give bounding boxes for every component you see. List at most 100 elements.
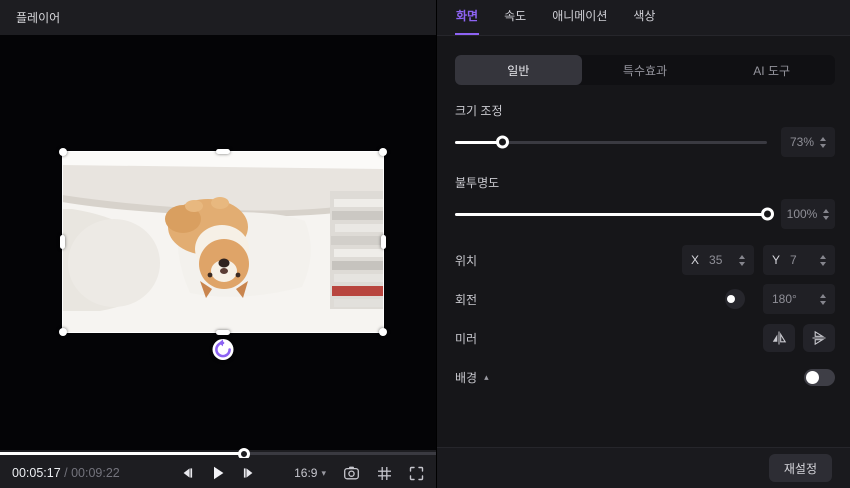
position-x-value: 35 — [709, 253, 723, 267]
current-time: 00:05:17 — [12, 466, 61, 480]
selection-handle-right[interactable] — [381, 235, 386, 249]
flip-vertical-icon — [812, 330, 826, 346]
selection-handle-bottom-right[interactable] — [379, 328, 387, 336]
selection-handle-top-right[interactable] — [379, 148, 387, 156]
rotate-icon — [215, 339, 231, 358]
opacity-value: 100% — [786, 207, 818, 221]
selection-handle-bottom[interactable] — [216, 330, 230, 335]
background-toggle-knob — [806, 370, 819, 384]
reset-button[interactable]: 재설정 — [768, 454, 832, 482]
stepper-down-icon[interactable] — [820, 300, 826, 305]
stepper-down-icon[interactable] — [820, 143, 827, 148]
subtab-effects[interactable]: 특수효과 — [582, 55, 709, 85]
rotation-value-field[interactable]: 180° — [763, 284, 835, 314]
flip-horizontal-icon — [772, 331, 787, 345]
opacity-slider[interactable] — [455, 207, 774, 221]
opacity-slider-fill — [455, 207, 774, 221]
subtab-group: 일반 특수효과 AI 도구 — [455, 55, 835, 85]
stepper-down-icon[interactable] — [823, 215, 830, 220]
grid-toggle-button[interactable] — [377, 466, 392, 481]
selection-handle-left[interactable] — [60, 235, 65, 249]
grid-icon — [378, 466, 391, 480]
opacity-slider-knob[interactable] — [761, 207, 774, 221]
rotation-stepper[interactable] — [820, 293, 826, 305]
collapse-up-icon[interactable]: ▴ — [484, 372, 489, 383]
mirror-row: 미러 — [455, 323, 835, 353]
stepper-up-icon[interactable] — [820, 254, 826, 259]
seekbar-track[interactable] — [0, 447, 436, 460]
selection-handle-top-left[interactable] — [59, 148, 67, 156]
tab-speed[interactable]: 속도 — [503, 0, 527, 35]
camera-icon — [344, 466, 359, 480]
scale-row: 73% — [455, 127, 835, 157]
position-x-stepper[interactable] — [739, 254, 745, 266]
fullscreen-icon — [409, 466, 424, 480]
inspector-tabbar: 화면 속도 애니메이션 색상 — [437, 0, 850, 36]
scale-slider-fill — [455, 135, 509, 149]
step-backward-button[interactable] — [176, 462, 198, 484]
player-pane: 플레이어 00:05:17 / 00:09:22 16:9 ▾ — [0, 0, 437, 488]
stepper-up-icon[interactable] — [820, 136, 827, 141]
scale-slider-knob[interactable] — [495, 135, 509, 149]
x-axis-label: X — [691, 253, 700, 267]
seekbar[interactable] — [0, 447, 436, 460]
seekbar-progress — [0, 447, 251, 460]
inspector-controls: 크기 조정 73% 불투명도 100% 위치 X 35 Y 7 회전 180° … — [437, 85, 850, 447]
aspect-ratio-dropdown[interactable]: 16:9 ▾ — [294, 466, 326, 480]
play-icon — [214, 466, 224, 480]
chevron-down-icon: ▾ — [321, 467, 326, 478]
selection-handle-top[interactable] — [216, 149, 230, 154]
background-label: 배경 ▴ — [455, 369, 804, 386]
stepper-up-icon[interactable] — [820, 293, 826, 298]
rotation-dial-indicator — [727, 295, 735, 303]
position-row: 위치 X 35 Y 7 — [455, 245, 835, 275]
position-x-field[interactable]: X 35 — [682, 245, 754, 275]
rotation-dial[interactable] — [725, 289, 745, 309]
view-tools: 16:9 ▾ — [294, 465, 424, 481]
y-axis-label: Y — [772, 253, 781, 267]
video-clip[interactable] — [59, 148, 387, 360]
tab-screen[interactable]: 화면 — [455, 0, 480, 35]
background-toggle[interactable] — [804, 368, 835, 386]
step-backward-icon — [183, 468, 193, 478]
player-toolbar: 00:05:17 / 00:09:22 16:9 ▾ — [0, 458, 436, 488]
subtab-ai-tools[interactable]: AI 도구 — [708, 55, 835, 85]
inspector-footer: 재설정 — [437, 447, 850, 488]
mirror-label: 미러 — [455, 331, 478, 346]
aspect-ratio-value: 16:9 — [294, 466, 318, 480]
opacity-stepper[interactable] — [823, 208, 830, 220]
selection-box — [59, 148, 387, 360]
selection-handle-bottom-left[interactable] — [59, 328, 67, 336]
step-forward-icon — [243, 468, 253, 478]
scale-value: 73% — [789, 135, 815, 149]
opacity-label: 불투명도 — [455, 176, 500, 190]
snapshot-button[interactable] — [343, 465, 360, 481]
opacity-value-field[interactable]: 100% — [781, 199, 835, 229]
stepper-down-icon[interactable] — [739, 261, 745, 266]
background-label-text: 배경 — [455, 370, 478, 385]
flip-vertical-button[interactable] — [803, 324, 835, 352]
subtab-general[interactable]: 일반 — [455, 55, 582, 85]
position-y-field[interactable]: Y 7 — [763, 245, 835, 275]
playback-time: 00:05:17 / 00:09:22 — [12, 466, 120, 480]
stepper-up-icon[interactable] — [739, 254, 745, 259]
rotation-row: 회전 180° — [455, 284, 835, 314]
stepper-down-icon[interactable] — [820, 261, 826, 266]
step-forward-button[interactable] — [238, 462, 260, 484]
rotate-handle[interactable] — [212, 339, 234, 360]
scale-value-field[interactable]: 73% — [781, 127, 835, 157]
preview-canvas[interactable] — [0, 35, 436, 450]
time-separator: / — [60, 466, 72, 480]
tab-animation[interactable]: 애니메이션 — [551, 0, 608, 35]
inspector-pane: 화면 속도 애니메이션 색상 일반 특수효과 AI 도구 크기 조정 73% 불… — [437, 0, 850, 488]
tab-color[interactable]: 색상 — [632, 0, 656, 35]
play-button[interactable] — [207, 462, 229, 484]
transport-controls — [176, 462, 260, 484]
fullscreen-button[interactable] — [409, 466, 424, 481]
position-y-stepper[interactable] — [820, 254, 826, 266]
stepper-up-icon[interactable] — [823, 208, 830, 213]
scale-stepper[interactable] — [820, 136, 827, 148]
scale-slider[interactable] — [455, 135, 767, 149]
total-time: 00:09:22 — [71, 466, 120, 480]
flip-horizontal-button[interactable] — [763, 324, 795, 352]
